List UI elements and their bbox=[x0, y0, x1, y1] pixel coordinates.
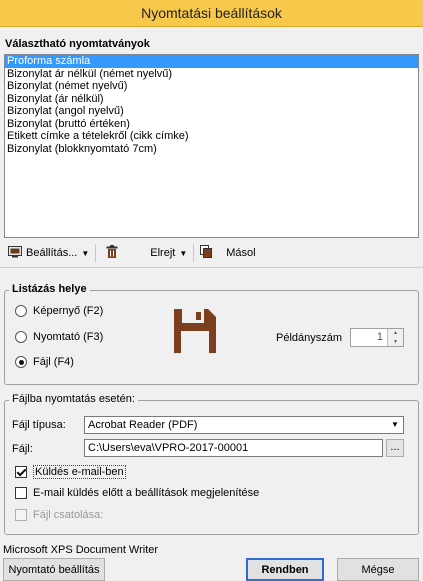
file-type-select[interactable]: Acrobat Reader (PDF) ▼ bbox=[84, 416, 404, 434]
chevron-up-icon[interactable]: ▲ bbox=[388, 329, 403, 338]
list-item[interactable]: Bizonylat (német nyelvű) bbox=[5, 80, 418, 93]
attach-file-checkbox: Fájl csatolása: bbox=[15, 509, 103, 521]
list-item[interactable]: Bizonylat (blokknyomtató 7cm) bbox=[5, 143, 418, 156]
file-print-legend: Fájlba nyomtatás esetén: bbox=[9, 393, 138, 405]
chevron-down-icon: ▼ bbox=[81, 248, 90, 258]
forms-label: Választható nyomtatványok bbox=[5, 38, 150, 50]
hide-button[interactable]: Elrejt ▼ bbox=[147, 242, 190, 264]
copies-label: Példányszám bbox=[276, 332, 343, 344]
list-item[interactable]: Bizonylat ár nélkül (német nyelvű) bbox=[5, 68, 418, 81]
forms-listbox[interactable]: Proforma számla Bizonylat ár nélkül (ném… bbox=[4, 54, 419, 238]
radio-screen[interactable]: Képernyő (F2) bbox=[15, 305, 103, 317]
radio-circle[interactable] bbox=[15, 356, 27, 368]
radio-screen-label: Képernyő (F2) bbox=[33, 305, 104, 317]
hide-button-label: Elrejt bbox=[150, 247, 176, 259]
radio-printer-label: Nyomtató (F3) bbox=[33, 331, 104, 343]
browse-button[interactable]: ... bbox=[386, 439, 404, 457]
list-item[interactable]: Bizonylat (angol nyelvű) bbox=[5, 105, 418, 118]
chevron-down-icon[interactable]: ▼ bbox=[387, 417, 403, 433]
checkbox-box[interactable] bbox=[15, 466, 27, 478]
window-title: Nyomtatási beállítások bbox=[0, 0, 423, 27]
chevron-down-icon: ▼ bbox=[179, 248, 188, 258]
radio-file-label: Fájl (F4) bbox=[33, 356, 74, 368]
copy-button[interactable]: Másol bbox=[197, 242, 258, 264]
checkbox-box bbox=[15, 509, 27, 521]
trash-icon bbox=[106, 245, 118, 261]
radio-file[interactable]: Fájl (F4) bbox=[15, 356, 74, 368]
divider bbox=[0, 267, 423, 268]
list-item[interactable]: Proforma számla bbox=[5, 55, 418, 68]
forms-toolbar: Beállítás... ▼ Elrejt ▼ Másol bbox=[4, 241, 419, 265]
copies-spin-buttons[interactable]: ▲ ▼ bbox=[387, 329, 403, 346]
copies-stepper[interactable]: 1 ▲ ▼ bbox=[350, 328, 404, 347]
file-path-value: C:\Users\eva\VPRO-2017-00001 bbox=[88, 442, 249, 454]
output-location-legend: Listázás helye bbox=[9, 283, 90, 295]
file-type-label: Fájl típusa: bbox=[12, 419, 66, 431]
settings-button-label: Beállítás... bbox=[26, 247, 78, 259]
file-label: Fájl: bbox=[12, 443, 33, 455]
checkbox-box[interactable] bbox=[15, 487, 27, 499]
cancel-button[interactable]: Mégse bbox=[337, 558, 419, 581]
list-item[interactable]: Bizonylat (bruttó értéken) bbox=[5, 118, 418, 131]
radio-circle[interactable] bbox=[15, 331, 27, 343]
list-item[interactable]: Bizonylat (ár nélkül) bbox=[5, 93, 418, 106]
send-email-checkbox[interactable]: Küldés e-mail-ben bbox=[15, 465, 126, 479]
file-type-value: Acrobat Reader (PDF) bbox=[88, 419, 198, 431]
toolbar-separator bbox=[193, 244, 195, 262]
radio-printer[interactable]: Nyomtató (F3) bbox=[15, 331, 103, 343]
file-path-input[interactable]: C:\Users\eva\VPRO-2017-00001 bbox=[84, 439, 383, 457]
floppy-disk-icon bbox=[172, 307, 218, 358]
copy-button-label: Másol bbox=[226, 247, 256, 259]
printer-icon bbox=[8, 245, 22, 261]
toolbar-separator bbox=[95, 244, 97, 262]
attach-file-label: Fájl csatolása: bbox=[33, 509, 104, 521]
radio-circle[interactable] bbox=[15, 305, 27, 317]
printer-name: Microsoft XPS Document Writer bbox=[3, 544, 159, 556]
copy-icon bbox=[200, 245, 213, 261]
delete-button[interactable] bbox=[103, 242, 125, 264]
copies-value: 1 bbox=[376, 331, 383, 343]
show-settings-label: E-mail küldés előtt a beállítások megjel… bbox=[33, 487, 260, 499]
printer-settings-button[interactable]: Nyomtató beállítás bbox=[3, 558, 105, 581]
list-item[interactable]: Etikett címke a tételekről (cikk címke) bbox=[5, 130, 418, 143]
chevron-down-icon[interactable]: ▼ bbox=[388, 338, 403, 347]
ok-button[interactable]: Rendben bbox=[246, 558, 324, 581]
show-settings-checkbox[interactable]: E-mail küldés előtt a beállítások megjel… bbox=[15, 487, 259, 499]
settings-button[interactable]: Beállítás... ▼ bbox=[4, 242, 92, 264]
send-email-label: Küldés e-mail-ben bbox=[33, 465, 126, 479]
